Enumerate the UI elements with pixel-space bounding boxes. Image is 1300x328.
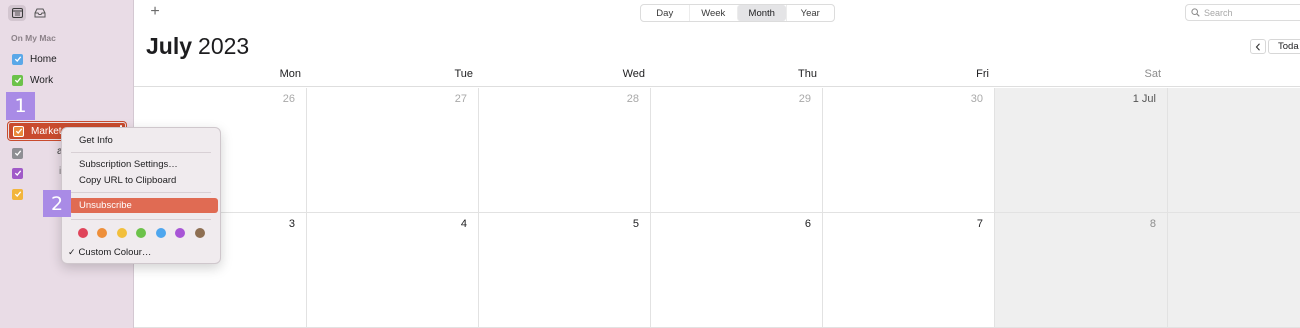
calendar-item-home[interactable]: Home (12, 51, 57, 67)
weekday-label: Tue (454, 68, 473, 80)
calendar-item-5[interactable] (12, 165, 30, 181)
add-event-button[interactable]: + (148, 3, 162, 21)
calendar-label: Home (30, 53, 57, 65)
calendar-item-work[interactable]: Work (12, 72, 53, 88)
day-cell[interactable]: 7 (823, 213, 995, 328)
day-number: 27 (454, 93, 467, 105)
day-cell[interactable]: 28 (479, 88, 651, 213)
day-number: 30 (970, 93, 983, 105)
day-cell[interactable]: 30 (823, 88, 995, 213)
menu-separator (71, 152, 211, 153)
day-number: 8 (1149, 218, 1156, 230)
chevron-left-icon (1255, 42, 1260, 51)
checkbox-icon[interactable] (12, 147, 23, 159)
day-cell[interactable] (1168, 213, 1300, 328)
weekday-label: Thu (798, 68, 817, 80)
menu-separator (71, 219, 211, 220)
color-swatch-blue[interactable] (156, 228, 166, 238)
day-cell[interactable]: 27 (307, 88, 479, 213)
menu-item-copy-url[interactable]: Copy URL to Clipboard (79, 175, 176, 186)
view-day-button[interactable]: Day (641, 5, 689, 21)
weekday-header: Mon Tue Wed Thu Fri Sat (134, 65, 1300, 87)
day-cell[interactable] (1168, 88, 1300, 213)
page-title: July 2023 (146, 33, 249, 60)
menu-item-unsubscribe[interactable]: Unsubscribe (69, 198, 218, 213)
menu-item-subscription-settings[interactable]: Subscription Settings… (79, 159, 178, 170)
weekday-label: Fri (976, 68, 989, 80)
calendar-context-menu: Get Info Subscription Settings… Copy URL… (61, 127, 221, 264)
day-number: 26 (282, 93, 295, 105)
inbox-icon[interactable] (31, 5, 49, 21)
checkbox-icon[interactable] (12, 74, 23, 86)
calendar-item-6[interactable] (12, 186, 30, 202)
today-button[interactable]: Toda (1268, 39, 1300, 54)
checkbox-icon[interactable] (12, 53, 23, 65)
view-switcher: Day Week Month Year (640, 4, 835, 22)
day-number: 3 (288, 218, 295, 230)
search-placeholder: Search (1204, 7, 1233, 18)
calendar-label: Market (31, 125, 62, 137)
color-swatch-yellow[interactable] (117, 228, 127, 238)
step-badge-1: 1 (6, 92, 35, 120)
day-cell[interactable]: 4 (307, 213, 479, 328)
checkbox-icon[interactable] (12, 167, 23, 179)
month-grid: 26 27 28 29 30 1 Jul 3 4 5 6 7 8 (134, 88, 1300, 328)
section-on-my-mac: On My Mac (11, 33, 56, 43)
checkbox-icon[interactable] (12, 188, 23, 200)
day-cell[interactable]: 6 (651, 213, 823, 328)
menu-item-custom-colour[interactable]: ✓ Custom Colour… (68, 247, 151, 258)
step-badge-2: 2 (43, 190, 71, 217)
title-month: July (146, 33, 193, 59)
view-month-button[interactable]: Month (737, 5, 786, 21)
color-swatch-red[interactable] (78, 228, 88, 238)
day-number: 6 (804, 218, 811, 230)
checkbox-icon[interactable] (13, 125, 24, 137)
view-week-button[interactable]: Week (688, 5, 738, 21)
day-number: 1 Jul (1132, 93, 1156, 105)
search-icon (1191, 8, 1200, 17)
day-cell[interactable]: 29 (651, 88, 823, 213)
search-field[interactable]: Search (1185, 4, 1300, 21)
color-swatch-orange[interactable] (97, 228, 107, 238)
day-number: 5 (632, 218, 639, 230)
title-year: 2023 (198, 33, 250, 59)
day-cell[interactable]: 5 (479, 213, 651, 328)
day-number: 28 (626, 93, 639, 105)
day-cell[interactable]: 1 Jul (995, 88, 1168, 213)
calendar-label: Work (30, 74, 54, 86)
calendar-item-4[interactable] (12, 145, 30, 161)
weekday-label: Wed (622, 68, 645, 80)
color-swatch-green[interactable] (136, 228, 146, 238)
view-year-button[interactable]: Year (785, 5, 835, 21)
calendars-list-icon[interactable] (8, 5, 26, 21)
custom-colour-label: Custom Colour… (78, 247, 152, 258)
day-number: 7 (976, 218, 983, 230)
day-number: 4 (460, 218, 467, 230)
color-swatch-purple[interactable] (175, 228, 185, 238)
previous-month-button[interactable] (1250, 39, 1266, 54)
menu-item-get-info[interactable]: Get Info (79, 135, 113, 146)
day-number: 29 (798, 93, 811, 105)
weekday-label: Mon (279, 68, 301, 80)
day-cell[interactable]: 8 (995, 213, 1168, 328)
checkmark-icon: ✓ (68, 247, 76, 257)
calendar-app: On My Mac Home Work Market a + Day Week … (0, 0, 1300, 328)
menu-separator (71, 192, 211, 193)
color-swatch-brown[interactable] (195, 228, 205, 238)
weekday-label: Sat (1144, 68, 1161, 80)
